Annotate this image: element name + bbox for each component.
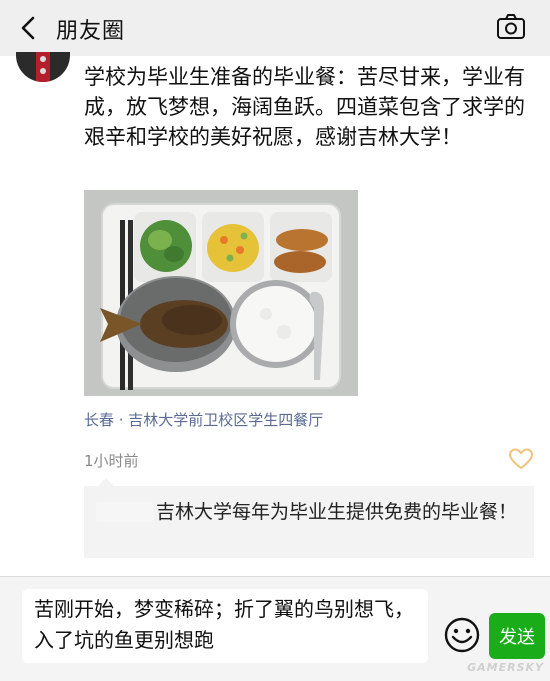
- post-time: 1小时前: [84, 452, 139, 470]
- chevron-left-icon[interactable]: [16, 15, 42, 41]
- camera-icon[interactable]: [496, 13, 526, 41]
- top-nav-bar: 朋友圈: [0, 0, 550, 56]
- comment-input[interactable]: 苦刚开始，梦变稀碎；折了翼的鸟别想飞，入了坑的鱼更别想跑: [22, 589, 428, 663]
- comment-text: 吉林大学每年为毕业生提供免费的毕业餐！: [156, 501, 518, 523]
- location-link[interactable]: 长春 · 吉林大学前卫校区学生四餐厅: [84, 409, 323, 430]
- page-title: 朋友圈: [56, 19, 126, 44]
- avatar-dot: [40, 68, 46, 74]
- avatar[interactable]: [16, 52, 70, 82]
- comment-box-arrow: [98, 478, 114, 486]
- post-text: 学校为毕业生准备的毕业餐：苦尽甘来，学业有成，放飞梦想，海阔鱼跃。四道菜包含了求…: [84, 65, 525, 149]
- send-button[interactable]: 发送: [489, 613, 545, 659]
- smiley-icon[interactable]: [444, 617, 480, 653]
- meal-tray-photo[interactable]: [84, 190, 358, 396]
- comment-box: 吉林大学每年为毕业生提供免费的毕业餐！: [84, 478, 534, 558]
- watermark: GAMERSKY: [467, 661, 544, 674]
- heart-outline-icon[interactable]: [508, 447, 534, 471]
- avatar-dot: [40, 56, 46, 62]
